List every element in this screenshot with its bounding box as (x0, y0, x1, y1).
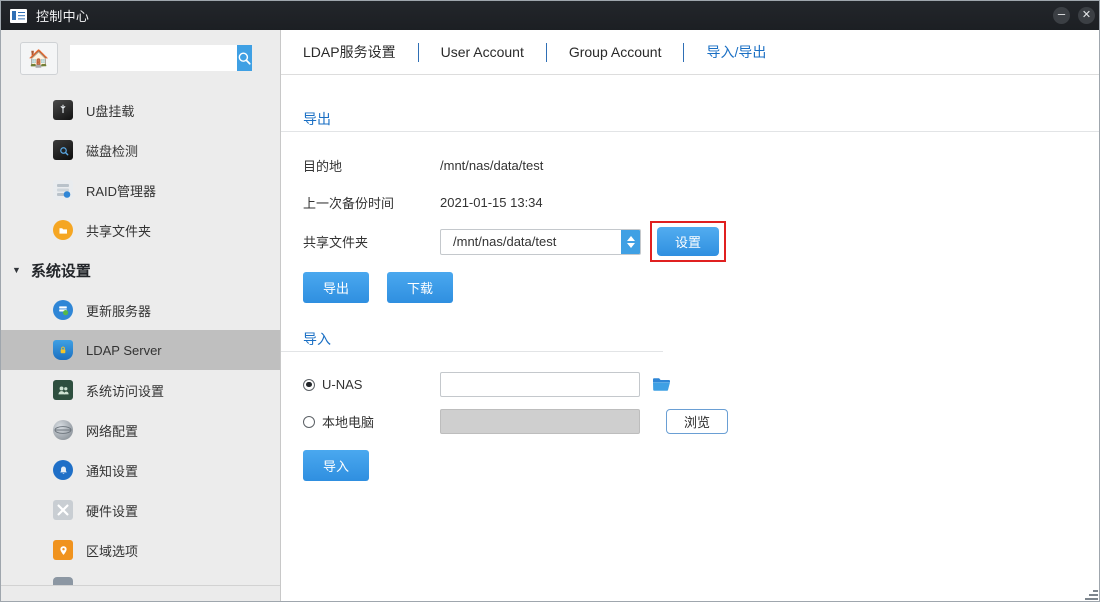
export-form: 目的地 /mnt/nas/data/test 上一次备份时间 2021-01-1… (281, 132, 1100, 262)
sidebar-item-label: RAID管理器 (86, 181, 156, 200)
sidebar-item-label: U盘挂载 (86, 101, 134, 120)
sidebar-item-label: 磁盘检测 (86, 141, 138, 160)
chevron-down-icon: ▼ (12, 266, 21, 275)
sidebar-item-raid-manager[interactable]: RAID管理器 (1, 170, 280, 210)
search-button[interactable] (237, 45, 252, 71)
radio-local-computer[interactable]: 本地电脑 (303, 412, 440, 431)
sidebar-footer (1, 585, 281, 602)
radio-local-computer-label: 本地电脑 (322, 412, 374, 431)
main-content: LDAP服务设置 User Account Group Account 导入/导… (281, 30, 1100, 602)
radio-local-computer-indicator (303, 416, 315, 428)
local-path-input[interactable] (440, 409, 640, 434)
shared-folder-label: 共享文件夹 (303, 232, 440, 251)
control-center-window: 控制中心 – ✕ 🏠 (0, 0, 1100, 602)
sidebar-group-system-settings[interactable]: ▼ 系统设置 (1, 250, 280, 290)
window-title: 控制中心 (36, 6, 89, 25)
settings-button[interactable]: 设置 (657, 227, 719, 256)
settings-button-highlight: 设置 (650, 221, 726, 262)
shared-folder-icon (53, 220, 73, 240)
shared-folder-row: 共享文件夹 /mnt/nas/data/test 设置 (303, 221, 1100, 262)
home-button[interactable]: 🏠 (20, 42, 58, 75)
import-section-title: 导入 (281, 317, 1100, 351)
sidebar-item-label: 更新服务器 (86, 301, 151, 320)
raid-manager-icon (53, 180, 73, 200)
search-box (70, 45, 246, 71)
import-form: U-NAS 本地电脑 浏览 (281, 352, 1100, 440)
sidebar-item-label: LDAP Server (86, 343, 162, 358)
usb-mount-icon (53, 100, 73, 120)
browse-button[interactable]: 浏览 (666, 409, 728, 434)
destination-label: 目的地 (303, 156, 440, 175)
sidebar-item-network-config[interactable]: 网络配置 (1, 410, 280, 450)
sidebar-nav: U盘挂载 磁盘检测 (1, 86, 280, 588)
shared-folder-value: /mnt/nas/data/test (441, 230, 621, 254)
destination-value: /mnt/nas/data/test (440, 158, 543, 173)
export-button[interactable]: 导出 (303, 272, 369, 303)
sidebar-toolbar: 🏠 (1, 30, 280, 86)
hardware-settings-icon (53, 500, 73, 520)
window-body: 🏠 U盘 (1, 30, 1100, 602)
sidebar-item-ldap-server[interactable]: LDAP Server (1, 330, 280, 370)
title-bar: 控制中心 – ✕ (1, 1, 1100, 30)
search-icon (237, 51, 252, 66)
import-actions: 导入 (281, 440, 1100, 481)
sidebar-item-disk-check[interactable]: 磁盘检测 (1, 130, 280, 170)
last-backup-row: 上一次备份时间 2021-01-15 13:34 (303, 184, 1100, 221)
sidebar-item-notification[interactable]: 通知设置 (1, 450, 280, 490)
tab-bar: LDAP服务设置 User Account Group Account 导入/导… (281, 30, 1100, 75)
region-options-icon (53, 540, 73, 560)
close-icon[interactable]: ✕ (1078, 7, 1095, 24)
disk-check-icon (53, 140, 73, 160)
radio-unas-label: U-NAS (322, 377, 362, 392)
open-folder-icon[interactable] (652, 376, 672, 393)
tab-group-account[interactable]: Group Account (547, 44, 684, 60)
network-config-icon (53, 420, 73, 440)
sidebar: 🏠 U盘 (1, 30, 281, 602)
sidebar-group-label: 系统设置 (31, 260, 91, 281)
control-center-icon (10, 9, 27, 23)
sidebar-item-label: 网络配置 (86, 421, 138, 440)
sidebar-item-label: 通知设置 (86, 461, 138, 480)
export-section-title: 导出 (281, 97, 1100, 131)
sidebar-item-update-server[interactable]: 更新服务器 (1, 290, 280, 330)
sidebar-item-label: 共享文件夹 (86, 221, 151, 240)
sidebar-item-usb-mount[interactable]: U盘挂载 (1, 90, 280, 130)
tab-ldap-service-settings[interactable]: LDAP服务设置 (303, 42, 418, 62)
system-access-icon (53, 380, 73, 400)
chevron-up-icon (627, 236, 635, 241)
chevron-down-icon (627, 243, 635, 248)
shared-folder-stepper[interactable] (621, 230, 640, 254)
shared-folder-select[interactable]: /mnt/nas/data/test (440, 229, 641, 255)
resize-grip[interactable] (1084, 586, 1098, 600)
last-backup-value: 2021-01-15 13:34 (440, 195, 543, 210)
download-button[interactable]: 下载 (387, 272, 453, 303)
sidebar-item-shared-folder[interactable]: 共享文件夹 (1, 210, 280, 250)
tab-import-export[interactable]: 导入/导出 (684, 42, 788, 62)
export-actions: 导出 下载 (281, 262, 1100, 303)
search-input[interactable] (70, 45, 237, 71)
sidebar-item-hardware-settings[interactable]: 硬件设置 (1, 490, 280, 530)
sidebar-item-label: 区域选项 (86, 541, 138, 560)
last-backup-label: 上一次备份时间 (303, 193, 440, 212)
sidebar-item-system-access[interactable]: 系统访问设置 (1, 370, 280, 410)
home-icon: 🏠 (28, 50, 49, 67)
tab-user-account[interactable]: User Account (419, 44, 546, 60)
sidebar-item-label: 系统访问设置 (86, 381, 164, 400)
import-source-local-row: 本地电脑 浏览 (303, 403, 1100, 440)
notification-icon (53, 460, 73, 480)
sidebar-item-region-options[interactable]: 区域选项 (1, 530, 280, 570)
import-source-unas-row: U-NAS (303, 366, 1100, 403)
unas-path-input[interactable] (440, 372, 640, 397)
radio-unas[interactable]: U-NAS (303, 377, 440, 392)
destination-row: 目的地 /mnt/nas/data/test (303, 147, 1100, 184)
import-button[interactable]: 导入 (303, 450, 369, 481)
window-controls: – ✕ (1053, 1, 1095, 30)
ldap-server-icon (53, 340, 73, 360)
minimize-icon[interactable]: – (1053, 7, 1070, 24)
radio-unas-indicator (303, 379, 315, 391)
update-server-icon (53, 300, 73, 320)
sidebar-item-label: 硬件设置 (86, 501, 138, 520)
